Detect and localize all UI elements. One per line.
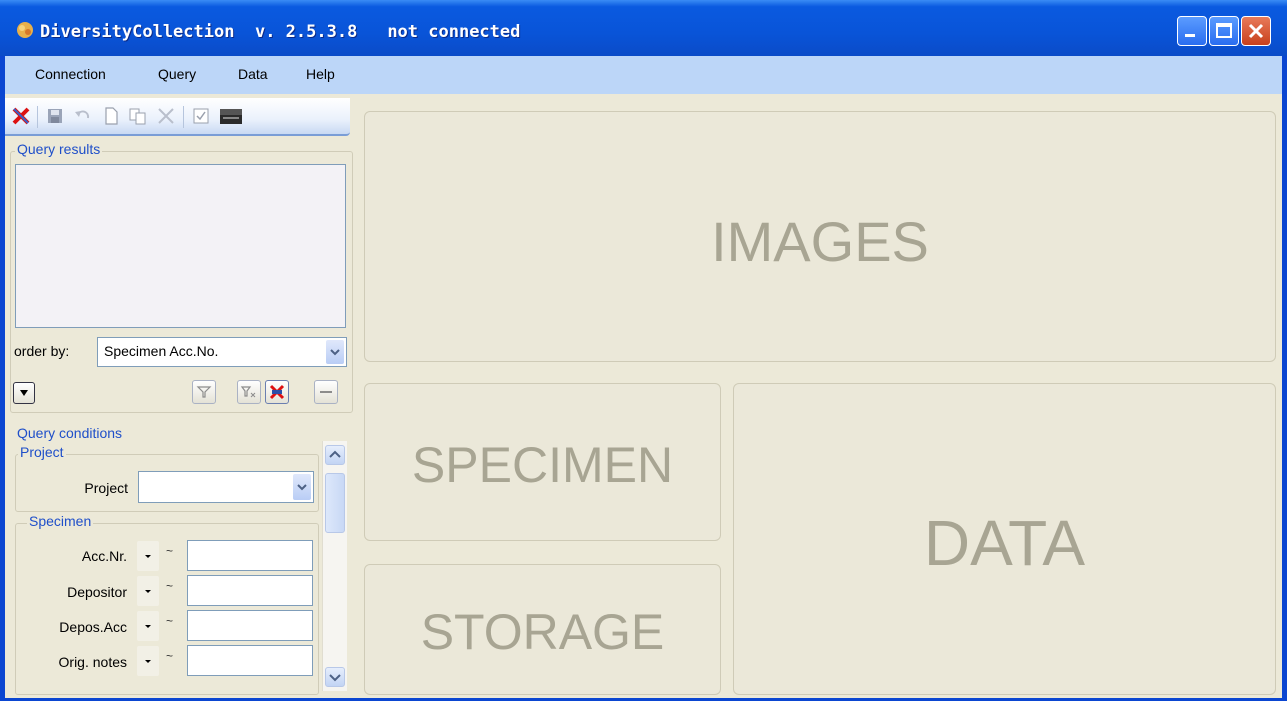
depositor-input[interactable] [187, 575, 313, 606]
depos-acc-operator-dropdown[interactable] [137, 611, 159, 641]
undo-icon[interactable] [73, 106, 93, 126]
data-panel-title: DATA [923, 507, 1086, 579]
menu-data[interactable]: Data [238, 66, 268, 82]
filter-add-icon [240, 386, 256, 398]
delete-icon[interactable] [156, 106, 176, 126]
data-panel[interactable]: DATA [733, 383, 1276, 695]
triangle-down-icon [20, 390, 28, 396]
toolbar-separator [37, 106, 38, 128]
scroll-thumb[interactable] [325, 473, 345, 533]
specimen-panel[interactable]: SPECIMEN [364, 383, 721, 541]
menu-query[interactable]: Query [158, 66, 196, 82]
checkbox-icon[interactable] [191, 106, 211, 126]
chevron-up-icon [329, 450, 341, 458]
acc-nr-operator: ~ [166, 544, 174, 558]
minimize-icon [1185, 34, 1195, 37]
depos-acc-input[interactable] [187, 610, 313, 641]
acc-nr-operator-dropdown[interactable] [137, 541, 159, 571]
orig-notes-label: Orig. notes [58, 654, 127, 670]
filter-button[interactable] [192, 380, 216, 404]
storage-panel[interactable]: STORAGE [364, 564, 721, 695]
triangle-down-icon [145, 625, 151, 628]
order-by-dropdown[interactable]: Specimen Acc.No. [97, 337, 347, 367]
orig-notes-operator: ~ [166, 649, 174, 663]
triangle-down-icon [145, 660, 151, 663]
images-panel[interactable]: IMAGES [364, 111, 1276, 362]
close-button[interactable] [1241, 16, 1271, 46]
chevron-down-icon [297, 484, 307, 491]
menu-help[interactable]: Help [306, 66, 335, 82]
chevron-down-icon [329, 674, 341, 682]
specimen-group-title: Specimen [27, 513, 94, 529]
app-name: DiversityCollection [40, 22, 235, 42]
maximize-icon [1216, 23, 1232, 38]
scroll-down-button[interactable] [325, 667, 345, 687]
remove-filter-button[interactable] [265, 380, 289, 404]
toolbar [5, 98, 350, 136]
triangle-down-icon [145, 555, 151, 558]
toolbar-separator [183, 106, 184, 128]
depos-acc-label: Depos.Acc [59, 619, 127, 635]
remove-filter-icon [269, 384, 285, 400]
depositor-operator-dropdown[interactable] [137, 576, 159, 606]
scroll-up-button[interactable] [325, 445, 345, 465]
order-by-dropdown-button[interactable] [326, 340, 344, 364]
triangle-down-icon [145, 590, 151, 593]
project-dropdown[interactable] [138, 471, 314, 503]
order-by-value: Specimen Acc.No. [104, 343, 219, 359]
expand-button[interactable] [13, 382, 35, 404]
connection-status: not connected [387, 22, 521, 42]
acc-nr-label: Acc.Nr. [81, 548, 127, 564]
depositor-label: Depositor [67, 584, 127, 600]
filter-add-button[interactable] [237, 380, 261, 404]
minus-icon [320, 391, 332, 393]
close-icon [1248, 23, 1264, 39]
chevron-down-icon [330, 349, 340, 356]
project-group-title: Project [18, 444, 66, 460]
copy-icon[interactable] [128, 106, 148, 126]
window-title: DiversityCollection v. 2.5.3.8 not connec… [40, 22, 520, 42]
save-icon[interactable] [45, 106, 65, 126]
orig-notes-operator-dropdown[interactable] [137, 646, 159, 676]
conditions-scrollbar[interactable] [322, 441, 347, 691]
images-panel-title: IMAGES [711, 210, 929, 273]
app-logo-icon [17, 22, 33, 38]
order-by-label: order by: [14, 343, 70, 359]
minus-button[interactable] [314, 380, 338, 404]
depositor-operator: ~ [166, 579, 174, 593]
storage-panel-title: STORAGE [420, 604, 665, 660]
minimize-button[interactable] [1177, 16, 1207, 46]
project-dropdown-button[interactable] [293, 474, 311, 500]
print-icon[interactable] [219, 106, 243, 126]
title-bar[interactable]: DiversityCollection v. 2.5.3.8 not connec… [0, 0, 1287, 56]
orig-notes-input[interactable] [187, 645, 313, 676]
specimen-panel-title: SPECIMEN [411, 437, 674, 493]
query-conditions-title: Query conditions [15, 425, 125, 441]
depos-acc-operator: ~ [166, 614, 174, 628]
menu-bar: Connection Query Data Help [5, 56, 1282, 94]
query-results-title: Query results [15, 141, 103, 157]
filter-icon [196, 386, 212, 398]
new-icon[interactable] [101, 106, 121, 126]
disconnect-icon[interactable] [11, 106, 31, 126]
acc-nr-input[interactable] [187, 540, 313, 571]
maximize-button[interactable] [1209, 16, 1239, 46]
project-label: Project [84, 480, 128, 496]
app-version: v. 2.5.3.8 [254, 22, 358, 42]
menu-connection[interactable]: Connection [35, 66, 106, 82]
app-window: DiversityCollection v. 2.5.3.8 not connec… [0, 0, 1287, 701]
query-results-list[interactable] [15, 164, 346, 328]
